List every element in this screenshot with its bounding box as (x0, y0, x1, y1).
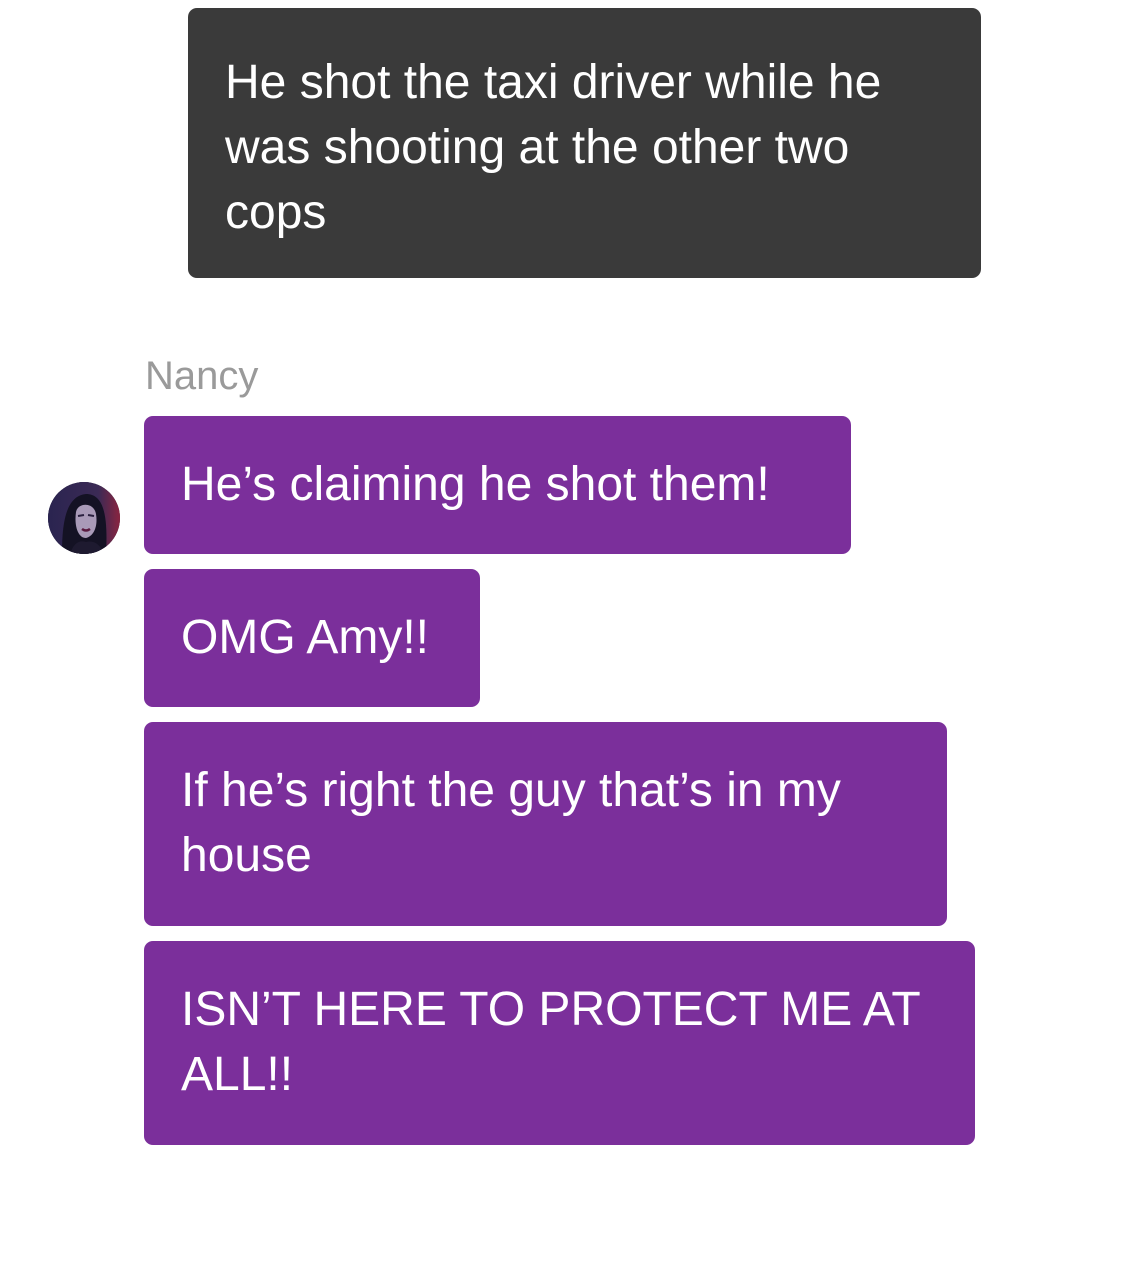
message-bubble: OMG Amy!! (144, 569, 480, 707)
message-bubble: If he’s right the guy that’s in my house (144, 722, 947, 926)
message-bubble: ISN’T HERE TO PROTECT ME AT ALL!! (144, 941, 975, 1145)
sender-name-label: Nancy (145, 354, 259, 398)
message-bubble: He’s claiming he shot them! (144, 416, 851, 554)
character-portrait-icon[interactable] (48, 482, 120, 554)
avatar-image (48, 482, 120, 554)
narrator-message-bubble: He shot the taxi driver while he was sho… (188, 8, 981, 278)
